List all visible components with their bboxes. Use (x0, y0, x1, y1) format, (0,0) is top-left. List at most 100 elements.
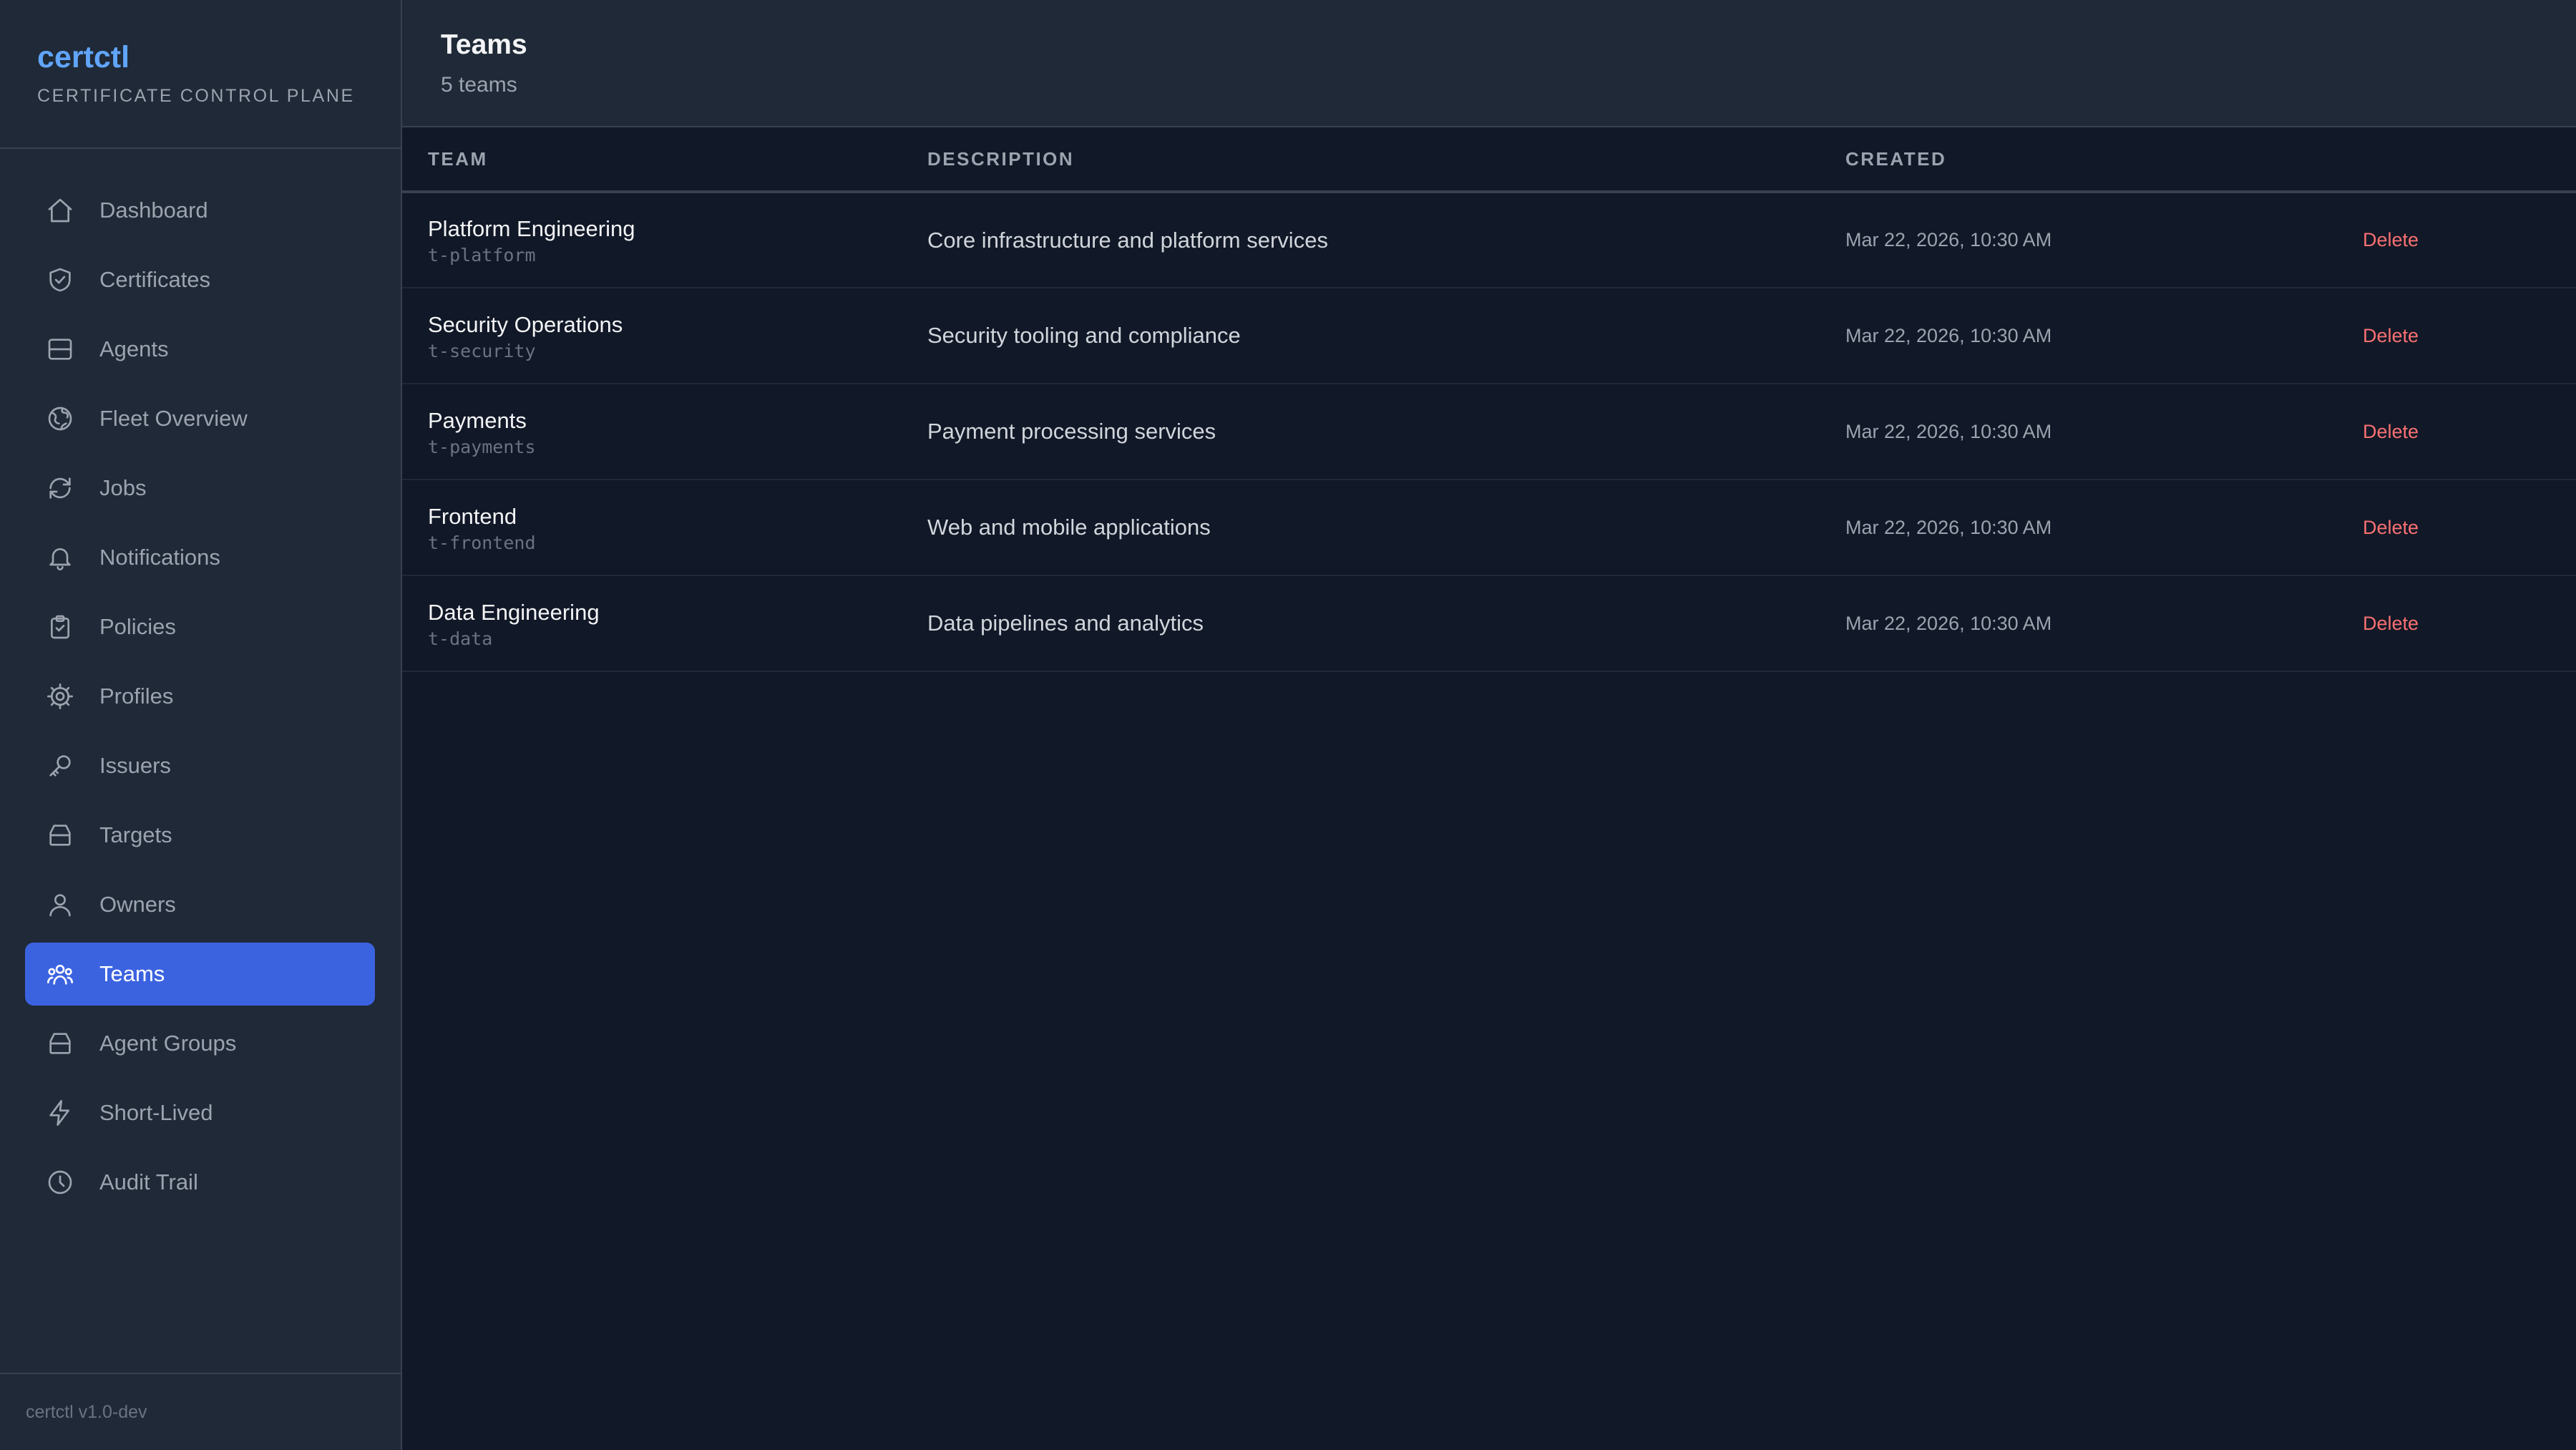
team-description: Payment processing services (927, 419, 1216, 444)
team-cell: Security Operations t-security (402, 288, 927, 384)
app-root: certctl CERTIFICATE CONTROL PLANE Dashbo… (0, 0, 2576, 1450)
team-name: Payments (428, 407, 527, 433)
actions-cell: Delete (2363, 480, 2576, 576)
gear-icon (45, 681, 75, 711)
team-description: Web and mobile applications (927, 515, 1211, 540)
team-description: Data pipelines and analytics (927, 610, 1204, 636)
teams-table: TEAM DESCRIPTION CREATED Platform Engine… (402, 127, 2576, 672)
column-header-actions (2363, 127, 2576, 193)
team-name: Frontend (428, 503, 517, 529)
description-cell: Data pipelines and analytics (927, 575, 1845, 672)
actions-cell: Delete (2363, 575, 2576, 672)
sidebar-item-label: Dashboard (99, 198, 208, 223)
team-description: Security tooling and compliance (927, 323, 1241, 348)
table-row: Security Operations t-security Security to… (402, 288, 2576, 384)
team-description: Core infrastructure and platform service… (927, 227, 1328, 253)
table-row: Platform Engineering t-platform Core infra… (402, 192, 2576, 288)
table-row: Data Engineering t-data Data pipelines and… (402, 575, 2576, 672)
server-icon (45, 334, 75, 364)
created-cell: Mar 22, 2026, 10:30 AM (1845, 480, 2363, 576)
sidebar-item-label: Issuers (99, 753, 171, 778)
column-header-created: CREATED (1845, 127, 2363, 193)
team-count: 5 teams (441, 73, 517, 97)
actions-cell: Delete (2363, 192, 2576, 288)
sidebar-item-short-lived[interactable]: Short-Lived (25, 1081, 375, 1144)
column-header-team: TEAM (402, 127, 927, 193)
sidebar-item-dashboard[interactable]: Dashboard (25, 179, 375, 242)
created-date: Mar 22, 2026, 10:30 AM (1845, 420, 2052, 442)
sidebar-item-label: Fleet Overview (99, 406, 248, 431)
team-name: Platform Engineering (428, 216, 635, 241)
sidebar-item-label: Profiles (99, 683, 174, 709)
page-header: Teams 5 teams (402, 0, 2576, 127)
team-cell: Frontend t-frontend (402, 480, 927, 576)
actions-cell: Delete (2363, 384, 2576, 480)
sidebar-item-notifications[interactable]: Notifications (25, 526, 375, 589)
description-cell: Core infrastructure and platform service… (927, 192, 1845, 288)
stack-icon (45, 1028, 75, 1059)
sidebar-item-label: Agent Groups (99, 1031, 237, 1056)
sidebar-item-agents[interactable]: Agents (25, 318, 375, 381)
sidebar-item-label: Agents (99, 336, 169, 361)
sidebar-item-label: Notifications (99, 545, 220, 570)
team-id: t-payments (428, 436, 536, 457)
table-body: Platform Engineering t-platform Core infra… (402, 192, 2576, 672)
delete-button[interactable]: Delete (2363, 517, 2419, 538)
description-cell: Web and mobile applications (927, 480, 1845, 576)
home-icon (45, 195, 75, 225)
refresh-icon (45, 473, 75, 503)
sidebar-item-profiles[interactable]: Profiles (25, 665, 375, 728)
sidebar-item-audit-trail[interactable]: Audit Trail (25, 1151, 375, 1214)
delete-button[interactable]: Delete (2363, 325, 2419, 346)
sidebar-item-teams[interactable]: Teams (25, 943, 375, 1006)
team-cell: Data Engineering t-data (402, 575, 927, 672)
team-id: t-platform (428, 245, 536, 266)
team-cell: Platform Engineering t-platform (402, 192, 927, 288)
user-icon (45, 890, 75, 920)
created-date: Mar 22, 2026, 10:30 AM (1845, 229, 2052, 250)
brand: certctl CERTIFICATE CONTROL PLANE (0, 0, 401, 149)
sidebar-item-label: Certificates (99, 267, 211, 292)
column-header-description: DESCRIPTION (927, 127, 1845, 193)
created-cell: Mar 22, 2026, 10:30 AM (1845, 384, 2363, 480)
created-cell: Mar 22, 2026, 10:30 AM (1845, 288, 2363, 384)
created-date: Mar 22, 2026, 10:30 AM (1845, 324, 2052, 346)
sidebar-item-fleet-overview[interactable]: Fleet Overview (25, 387, 375, 450)
delete-button[interactable]: Delete (2363, 229, 2419, 250)
created-date: Mar 22, 2026, 10:30 AM (1845, 612, 2052, 634)
actions-cell: Delete (2363, 288, 2576, 384)
created-date: Mar 22, 2026, 10:30 AM (1845, 516, 2052, 538)
delete-button[interactable]: Delete (2363, 613, 2419, 634)
sidebar-item-label: Jobs (99, 475, 147, 500)
sidebar-item-owners[interactable]: Owners (25, 873, 375, 936)
bell-icon (45, 542, 75, 573)
sidebar-item-targets[interactable]: Targets (25, 804, 375, 867)
sidebar-item-label: Targets (99, 822, 172, 847)
sidebar-item-agent-groups[interactable]: Agent Groups (25, 1012, 375, 1075)
users-icon (45, 959, 75, 989)
sidebar-item-jobs[interactable]: Jobs (25, 457, 375, 520)
sidebar-item-label: Owners (99, 892, 176, 917)
delete-button[interactable]: Delete (2363, 421, 2419, 442)
version-label: certctl v1.0-dev (0, 1373, 401, 1450)
sidebar-item-label: Audit Trail (99, 1169, 198, 1194)
brand-subtitle: CERTIFICATE CONTROL PLANE (37, 86, 355, 106)
table-row: Frontend t-frontend Web and mobile applica… (402, 480, 2576, 576)
table-row: Payments t-payments Payment processing ser… (402, 384, 2576, 480)
shield-check-icon (45, 265, 75, 295)
team-id: t-data (428, 628, 493, 649)
page-title: Teams (441, 29, 527, 60)
team-id: t-security (428, 340, 536, 361)
created-cell: Mar 22, 2026, 10:30 AM (1845, 575, 2363, 672)
brand-name[interactable]: certctl (37, 36, 401, 79)
sidebar-item-label: Teams (99, 961, 165, 986)
table-header: TEAM DESCRIPTION CREATED (402, 127, 2576, 193)
sidebar-item-issuers[interactable]: Issuers (25, 734, 375, 797)
sidebar-item-certificates[interactable]: Certificates (25, 248, 375, 311)
clipboard-check-icon (45, 612, 75, 642)
sidebar-nav: Dashboard Certificates Agents Fleet Overvie… (0, 149, 401, 1214)
main-content: Teams 5 teams TEAM DESCRIPTION CREATED P… (402, 0, 2576, 1450)
sidebar-item-label: Policies (99, 614, 176, 639)
team-id: t-frontend (428, 532, 536, 553)
sidebar-item-policies[interactable]: Policies (25, 595, 375, 658)
